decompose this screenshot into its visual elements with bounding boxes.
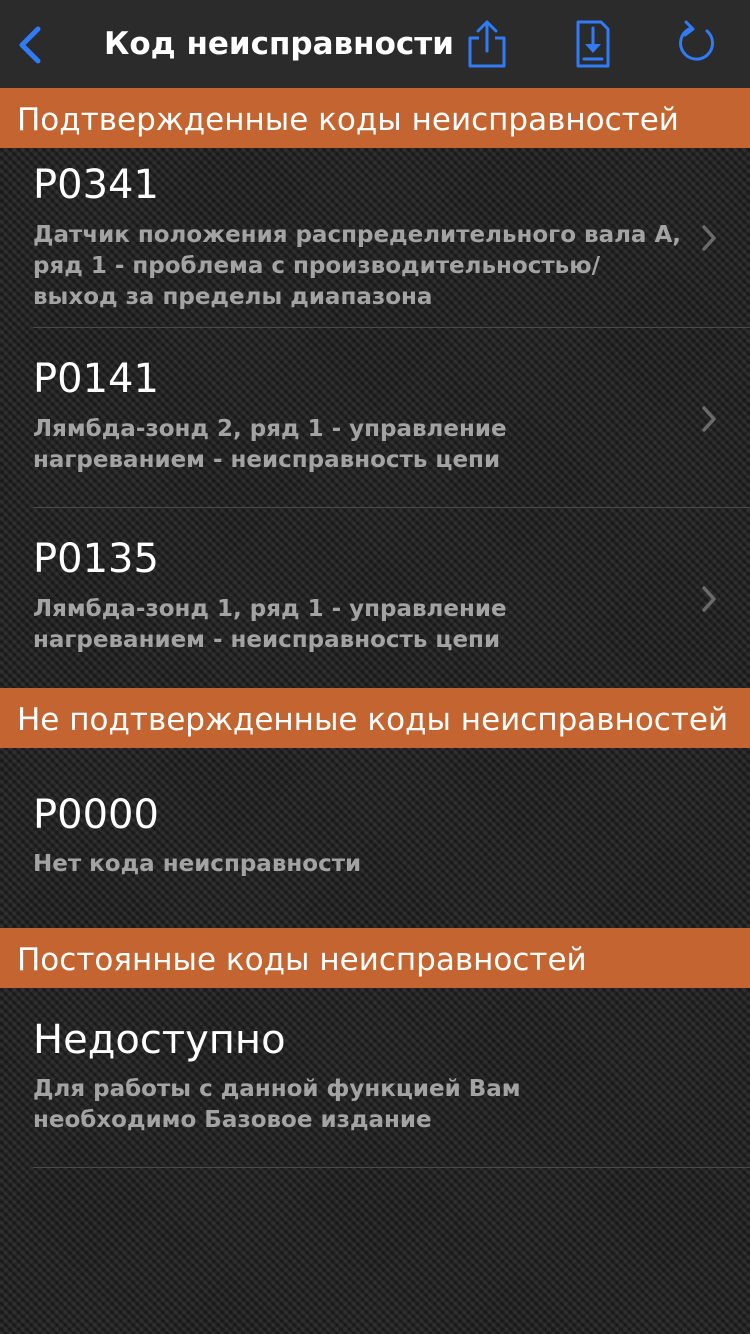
section-header-confirmed: Подтвержденные коды неисправностей: [0, 88, 750, 148]
back-button[interactable]: [14, 24, 46, 66]
chevron-right-icon: [699, 404, 719, 434]
section-title: Не подтвержденные коды неисправностей: [17, 702, 729, 738]
fault-description: Для работы с данной функцией Вам необход…: [33, 1076, 521, 1133]
save-report-button[interactable]: [568, 18, 616, 70]
fault-description: Нет кода неисправности: [33, 851, 362, 877]
section-header-unconfirmed: Не подтвержденные коды неисправностей: [0, 688, 750, 748]
fault-code: P0341: [33, 162, 159, 208]
page-title: Код неисправности: [104, 26, 454, 62]
chevron-left-icon: [19, 26, 41, 64]
fault-code-row[interactable]: P0341 Датчик положения распределительног…: [0, 148, 750, 327]
fault-code: P0135: [33, 536, 159, 582]
download-document-icon: [576, 20, 610, 68]
fault-code-row[interactable]: P0135 Лямбда-зонд 1, ряд 1 - управление …: [0, 508, 750, 688]
navigation-bar: Код неисправности: [0, 0, 750, 88]
section-header-permanent: Постоянные коды неисправностей: [0, 928, 750, 988]
fault-code: P0141: [33, 356, 159, 402]
fault-code-row[interactable]: P0000 Нет кода неисправности: [0, 748, 750, 928]
section-title: Постоянные коды неисправностей: [17, 942, 587, 978]
refresh-icon: [679, 20, 715, 61]
fault-code-row[interactable]: Недоступно Для работы с данной функцией …: [0, 988, 750, 1167]
fault-code-row[interactable]: P0141 Лямбда-зонд 2, ряд 1 - управление …: [0, 328, 750, 507]
fault-description: Лямбда-зонд 1, ряд 1 - управление нагрев…: [33, 596, 507, 653]
chevron-right-icon: [699, 584, 719, 614]
row-divider: [33, 1167, 750, 1168]
fault-code: P0000: [33, 792, 159, 838]
fault-code: Недоступно: [33, 1017, 286, 1063]
refresh-button[interactable]: [672, 18, 720, 70]
fault-description: Лямбда-зонд 2, ряд 1 - управление нагрев…: [33, 416, 507, 473]
chevron-right-icon: [699, 223, 719, 253]
share-icon: [468, 20, 506, 68]
section-title: Подтвержденные коды неисправностей: [17, 102, 679, 138]
fault-description: Датчик положения распределительного вала…: [33, 222, 681, 310]
share-button[interactable]: [463, 18, 511, 70]
